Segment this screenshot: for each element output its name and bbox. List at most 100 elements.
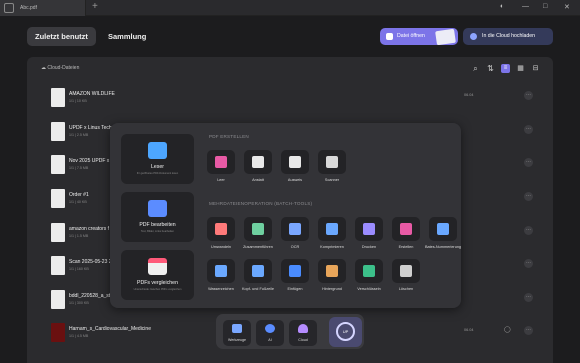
more-icon[interactable]: ⋯ bbox=[524, 259, 533, 268]
copy-pages-icon bbox=[252, 156, 264, 168]
file-meta: 1/1 | 160 KB bbox=[69, 267, 89, 271]
more-icon[interactable]: ⋯ bbox=[524, 91, 533, 100]
edit-pdf-subtitle: Text, Bilder, Links bearbeiten bbox=[140, 230, 175, 233]
open-file-button[interactable]: Datei öffnen bbox=[380, 28, 458, 45]
ocr-icon bbox=[289, 223, 301, 235]
sort-icon[interactable]: ⇅ bbox=[486, 64, 495, 73]
batch-tools-heading: MEHRDATEIENOPERATION (BATCH-TOOLS) bbox=[209, 201, 313, 206]
edit-pdf-card[interactable]: PDF bearbeiten Text, Bilder, Links bearb… bbox=[121, 192, 194, 242]
open-file-label: Datei öffnen bbox=[397, 33, 425, 39]
grid-view-icon[interactable]: ▦ bbox=[516, 64, 525, 73]
file-name: amazon creators f bbox=[69, 226, 110, 232]
file-name: Scan 2025-05-23 2 bbox=[69, 259, 112, 265]
upload-cloud-label: In die Cloud hochladen bbox=[482, 33, 536, 39]
file-name: AMAZON WILDLIFE bbox=[69, 91, 115, 97]
new-tab-button[interactable]: + bbox=[92, 1, 98, 12]
search-icon[interactable]: ⌕ bbox=[471, 64, 480, 73]
tool-label: Scanner bbox=[324, 178, 340, 182]
reader-icon bbox=[148, 142, 167, 159]
file-name: Harnam_s_Cardiovascular_Medicine bbox=[69, 326, 151, 332]
file-meta: 1/1 | 7.5 MB bbox=[69, 166, 89, 170]
file-name: Order #1 bbox=[69, 192, 89, 198]
document-tab-title: Abc.pdf bbox=[20, 5, 37, 11]
dock-label: AI bbox=[268, 338, 272, 342]
cloud-icon bbox=[298, 324, 308, 333]
bates-numbering-icon bbox=[437, 223, 449, 235]
archive-icon[interactable]: ⊟ bbox=[531, 64, 540, 73]
compare-pdf-title: PDFs vergleichen bbox=[137, 280, 178, 286]
file-date: 06.04 bbox=[464, 93, 474, 97]
printer-icon bbox=[363, 223, 375, 235]
toolbox-icon bbox=[232, 324, 242, 333]
dock-label: Cloud bbox=[298, 338, 308, 342]
more-icon[interactable]: ⋯ bbox=[524, 293, 533, 302]
create-icon bbox=[400, 223, 412, 235]
app-logo-button[interactable]: UP bbox=[329, 317, 362, 347]
file-meta: 1/1 | 2.5 MB bbox=[69, 133, 89, 137]
reader-title: Leser bbox=[151, 164, 164, 170]
dock-label: Werkzeuge bbox=[227, 338, 247, 342]
file-date: 06.04 bbox=[464, 328, 474, 332]
home-icon[interactable] bbox=[4, 3, 14, 13]
file-meta: 1/1 | 1.5 MB bbox=[69, 234, 89, 238]
dock-ai[interactable]: AI bbox=[256, 320, 284, 346]
id-card-icon bbox=[289, 156, 301, 168]
more-icon[interactable]: ⋯ bbox=[524, 226, 533, 235]
compress-icon bbox=[326, 223, 338, 235]
trash-icon bbox=[400, 265, 412, 277]
file-thumbnail bbox=[51, 323, 65, 342]
compare-pdf-icon bbox=[148, 258, 167, 275]
tab-collection[interactable]: Sammlung bbox=[100, 27, 154, 46]
shield-icon bbox=[363, 265, 375, 277]
more-icon[interactable]: ⋯ bbox=[524, 125, 533, 134]
cloud-sync-icon: ◯ bbox=[504, 327, 511, 333]
cloud-icon: ☁ bbox=[41, 65, 46, 71]
account-icon[interactable]: ◐ bbox=[500, 3, 504, 10]
file-thumbnail bbox=[51, 189, 65, 208]
file-thumbnail bbox=[51, 155, 65, 174]
more-icon[interactable]: ⋯ bbox=[524, 158, 533, 167]
more-icon[interactable]: ⋯ bbox=[524, 326, 533, 335]
upload-cloud-button[interactable]: In die Cloud hochladen bbox=[463, 28, 553, 45]
more-icon[interactable]: ⋯ bbox=[524, 192, 533, 201]
file-thumbnail bbox=[51, 290, 65, 309]
watermark-icon bbox=[215, 265, 227, 277]
header-footer-icon bbox=[252, 265, 264, 277]
blank-page-icon bbox=[215, 156, 227, 168]
file-meta: 1/1 | 300 KB bbox=[69, 301, 89, 305]
file-name: bddl_220528_a_stat bbox=[69, 293, 115, 299]
scanner-icon bbox=[326, 156, 338, 168]
cloud-upload-icon bbox=[470, 33, 477, 40]
compare-pdf-card[interactable]: PDFs vergleichen Unterschiede zwischen P… bbox=[121, 250, 194, 300]
file-name: Nov 2025 UPDF x Li bbox=[69, 158, 115, 164]
document-illustration bbox=[435, 28, 456, 45]
breadcrumb[interactable]: ☁ Cloud-Dateien bbox=[41, 65, 79, 71]
tab-recent[interactable]: Zuletzt benutzt bbox=[27, 27, 96, 46]
file-meta: 1/1 | 40 KB bbox=[69, 200, 87, 204]
file-meta: 1/1 | 4.5 MB bbox=[69, 334, 89, 338]
list-view-icon[interactable]: ≡ bbox=[501, 64, 510, 73]
document-tab[interactable]: Abc.pdf bbox=[0, 0, 86, 16]
dock-tools[interactable]: Werkzeuge bbox=[223, 320, 251, 346]
breadcrumb-location: Cloud-Dateien bbox=[47, 65, 80, 71]
file-thumbnail bbox=[51, 88, 65, 107]
dock-cloud[interactable]: Cloud bbox=[289, 320, 317, 346]
file-thumbnail bbox=[51, 223, 65, 242]
ai-icon bbox=[265, 324, 275, 333]
insert-icon bbox=[289, 265, 301, 277]
file-thumbnail bbox=[51, 122, 65, 141]
compare-pdf-subtitle: Unterschiede zwischen PDFs vergleichen bbox=[133, 288, 182, 291]
tool-label: Bates-Nummerierung bbox=[424, 245, 462, 249]
edit-pdf-title: PDF bearbeiten bbox=[139, 222, 176, 228]
close-button[interactable]: ✕ bbox=[564, 3, 570, 11]
file-row[interactable]: AMAZON WILDLIFE 1/1 | 10 KB 06.04 ⋯ bbox=[41, 88, 541, 114]
tool-label: Löschen bbox=[398, 287, 414, 291]
reader-card[interactable]: Leser Ihr geöffnetes PDF-Dokument lesen bbox=[121, 134, 194, 184]
minimize-button[interactable]: — bbox=[522, 3, 529, 10]
title-bar: Abc.pdf + ◐ — □ ✕ bbox=[0, 0, 580, 16]
reader-subtitle: Ihr geöffnetes PDF-Dokument lesen bbox=[136, 172, 179, 175]
logo-icon: UP bbox=[336, 322, 355, 341]
maximize-button[interactable]: □ bbox=[543, 3, 547, 10]
background-icon bbox=[326, 265, 338, 277]
merge-icon bbox=[252, 223, 264, 235]
